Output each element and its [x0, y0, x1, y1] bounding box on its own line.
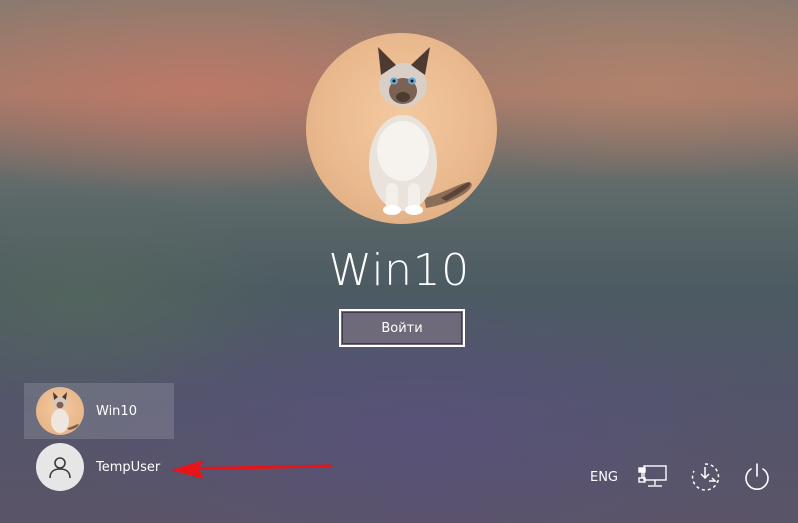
sign-in-label: Войти	[381, 320, 423, 336]
user-switcher-list: Win10 TempUser	[24, 383, 174, 495]
generic-user-icon	[36, 443, 84, 491]
power-icon[interactable]	[740, 460, 774, 494]
user-tile-tempuser[interactable]: TempUser	[24, 439, 174, 495]
current-user-name: Win10	[328, 245, 470, 296]
system-tray: ENG	[590, 460, 774, 494]
user-tile-win10[interactable]: Win10	[24, 383, 174, 439]
ease-of-access-icon[interactable]	[688, 460, 722, 494]
user-tile-name: TempUser	[96, 459, 161, 475]
current-user-avatar	[306, 33, 497, 224]
language-indicator[interactable]: ENG	[590, 470, 618, 485]
cat-photo	[369, 47, 472, 215]
cat-avatar-icon	[36, 387, 84, 435]
annotation-arrow	[171, 460, 332, 479]
sign-in-button[interactable]: Войти	[339, 309, 465, 347]
user-tile-name: Win10	[96, 403, 137, 419]
network-icon[interactable]	[636, 460, 670, 494]
